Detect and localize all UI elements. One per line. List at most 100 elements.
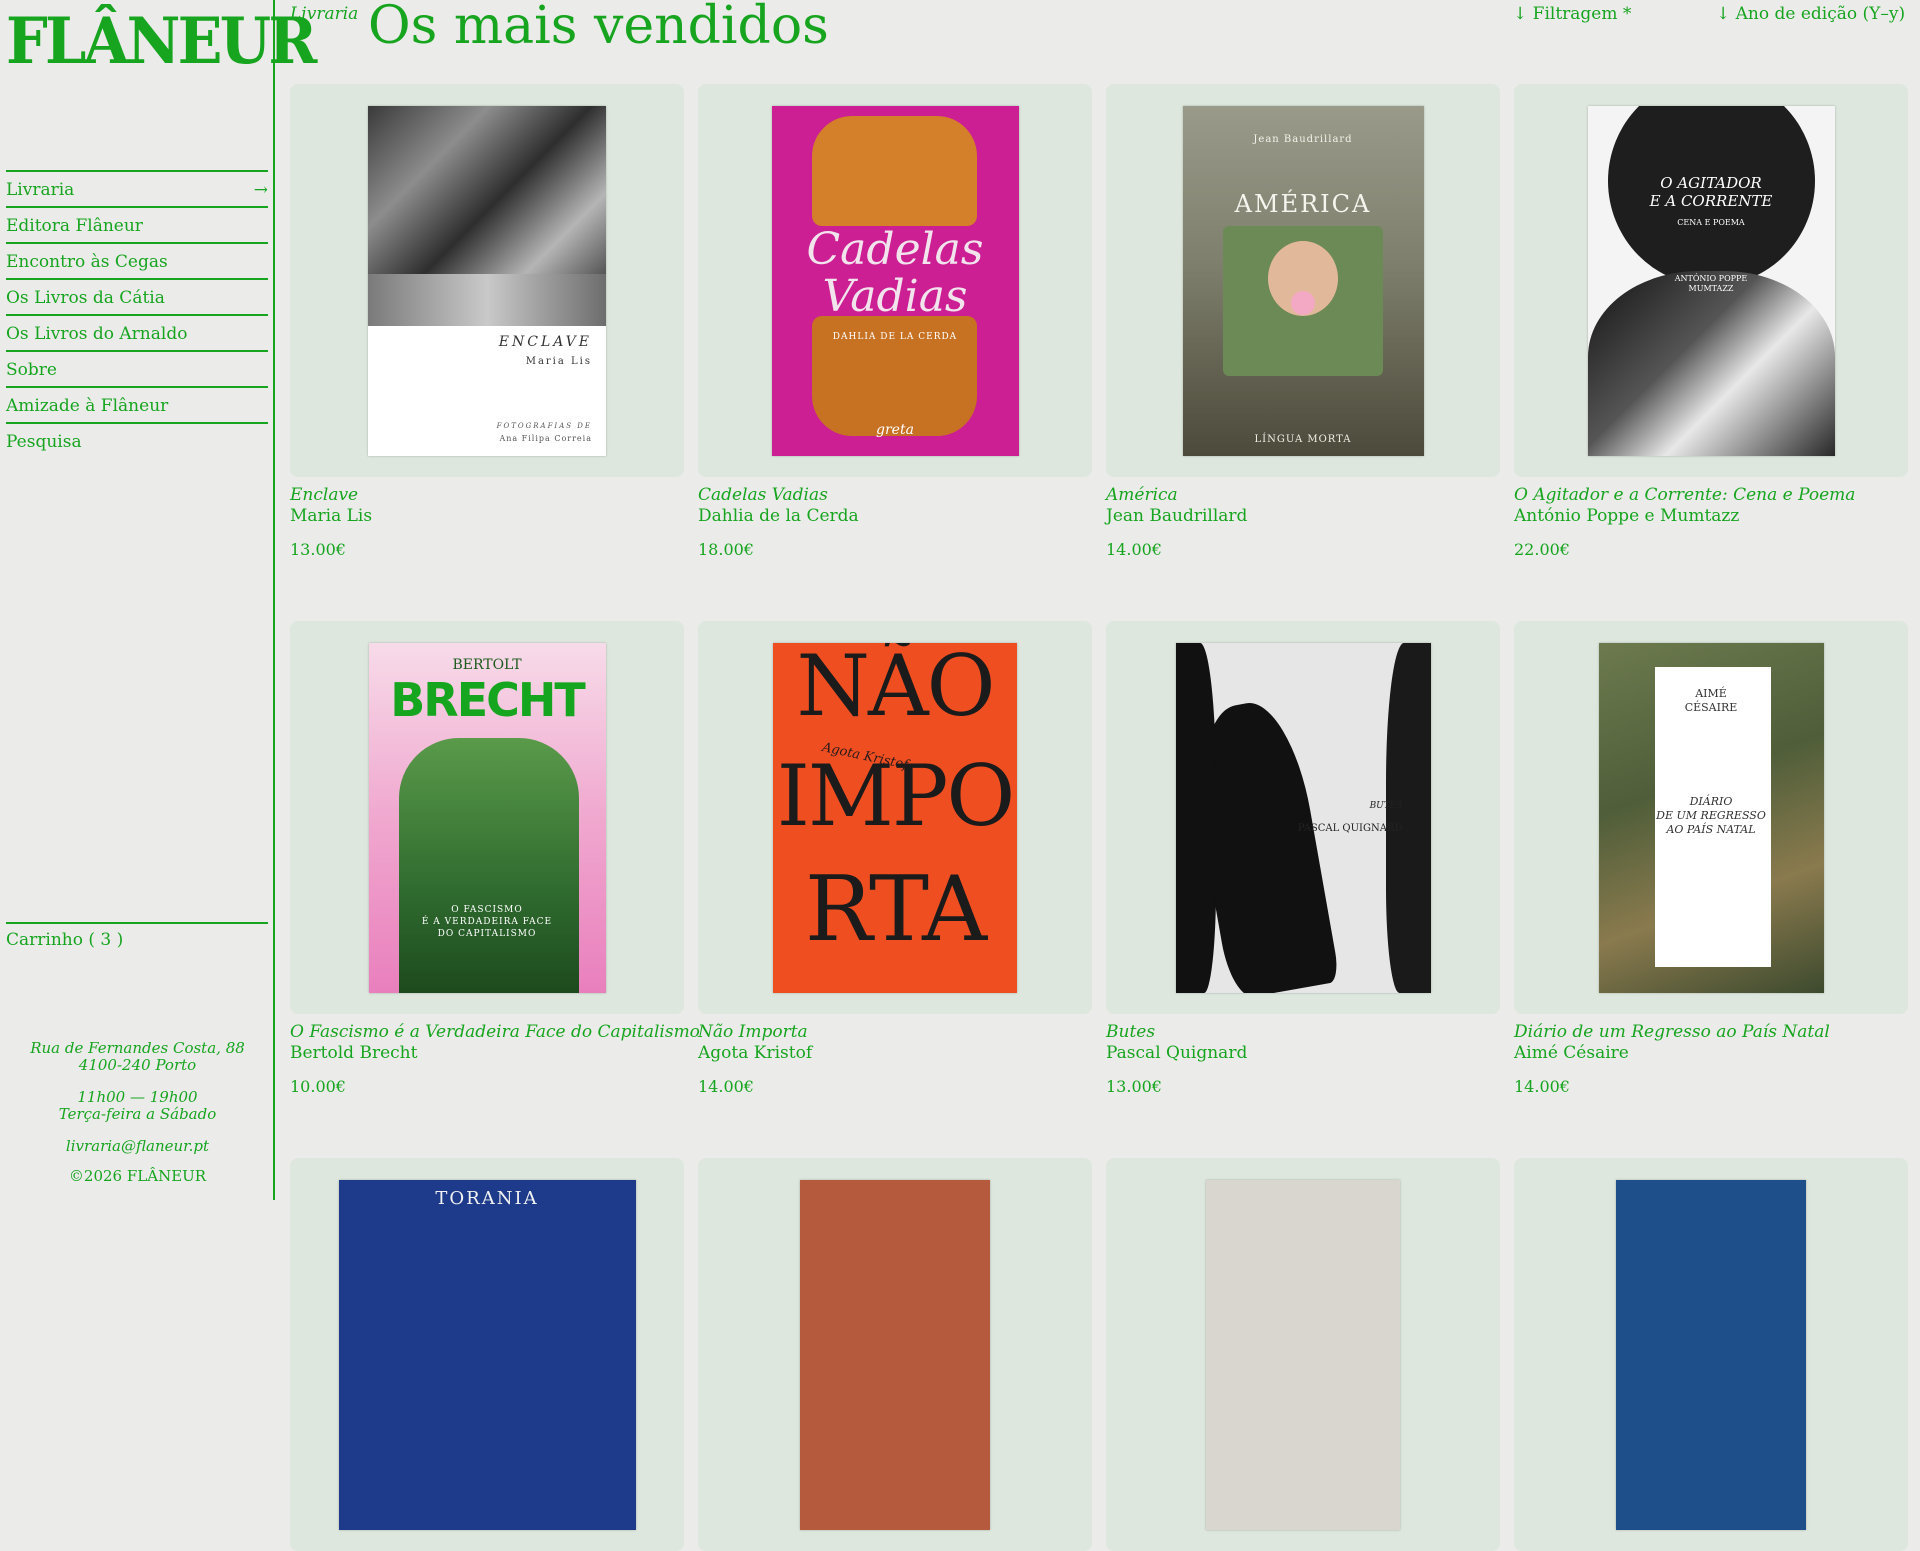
nav-item-sobre[interactable]: Sobre (6, 350, 268, 386)
product-card[interactable] (698, 1158, 1092, 1551)
cover-silhouette (1175, 643, 1216, 993)
nav-item-label: Editora Flâneur (6, 215, 143, 236)
book-title[interactable]: Não Importa (698, 1022, 1092, 1042)
book-title[interactable]: Diário de um Regresso ao País Natal (1514, 1022, 1908, 1042)
cover-photo (368, 106, 606, 274)
cover-author: Jean Baudrillard (1253, 134, 1353, 145)
filter-button[interactable]: ↓ Filtragem * (1513, 4, 1631, 24)
cover-silhouette (1385, 643, 1431, 993)
cover-frame[interactable] (1514, 1158, 1908, 1551)
book-title[interactable]: América (1106, 485, 1500, 505)
address-line: Rua de Fernandes Costa, 88 (30, 1039, 245, 1057)
book-title[interactable]: Enclave (290, 485, 684, 505)
book-cover (800, 1180, 990, 1530)
product-card[interactable]: NÃO IMPO RTA Agota Kristof Não Importa A… (698, 621, 1092, 1096)
nav-item-encontro[interactable]: Encontro às Cegas (6, 242, 268, 278)
cover-frame[interactable] (1106, 1158, 1500, 1551)
cover-title: O FASCISMO (451, 905, 523, 915)
book-cover: O AGITADOR E A CORRENTE CENA E POEMA ANT… (1587, 106, 1835, 456)
cover-frame[interactable]: BUTES PASCAL QUIGNARD (1106, 621, 1500, 1014)
cover-title: Cadelas (806, 224, 984, 275)
product-card[interactable]: BERTOLT BRECHT O FASCISMO É A VERDADEIRA… (290, 621, 700, 1096)
book-title[interactable]: Cadelas Vadias (698, 485, 1092, 505)
book-title[interactable]: O Agitador e a Corrente: Cena e Poema (1514, 485, 1908, 505)
cover-author: Maria Lis (525, 356, 592, 367)
book-cover (1206, 1180, 1400, 1530)
cover-frame[interactable]: BERTOLT BRECHT O FASCISMO É A VERDADEIRA… (290, 621, 684, 1014)
book-author: Jean Baudrillard (1106, 506, 1248, 526)
cover-publisher: LÍNGUA MORTA (1254, 434, 1352, 445)
cover-credit: FOTOGRAFIAS DE (496, 422, 592, 430)
nav-item-amizade[interactable]: Amizade à Flâneur (6, 386, 268, 422)
book-author: Maria Lis (290, 506, 373, 526)
arrow-right-icon: → (253, 179, 268, 200)
sort-button[interactable]: ↓ Ano de edição (Y–y) (1716, 4, 1905, 24)
product-card[interactable] (1514, 1158, 1908, 1551)
cover-publisher: greta (876, 422, 914, 438)
cover-author: BRECHT (390, 673, 586, 727)
nav-item-label: Sobre (6, 359, 57, 380)
cover-title: TORANIA (435, 1188, 539, 1209)
product-card[interactable]: AIMÉ CÉSAIRE DIÁRIO DE UM REGRESSO AO PA… (1514, 621, 1908, 1096)
cover-title: AMÉRICA (1234, 190, 1372, 218)
cover-frame[interactable] (698, 1158, 1092, 1551)
product-card[interactable]: Jean Baudrillard AMÉRICA LÍNGUA MORTA Am… (1106, 84, 1500, 559)
cover-frame[interactable]: Cadelas Vadias DAHLIA DE LA CERDA greta (698, 84, 1092, 477)
cover-photo (368, 274, 606, 326)
book-title[interactable]: O Fascismo é a Verdadeira Face do Capita… (290, 1022, 700, 1042)
cover-subtitle: CENA E POEMA (1677, 218, 1745, 227)
product-card[interactable]: BUTES PASCAL QUIGNARD Butes Pascal Quign… (1106, 621, 1500, 1096)
cart-link[interactable]: Carrinho ( 3 ) (6, 922, 268, 950)
nav-item-label: Amizade à Flâneur (6, 395, 169, 416)
cover-frame[interactable]: AIMÉ CÉSAIRE DIÁRIO DE UM REGRESSO AO PA… (1514, 621, 1908, 1014)
cover-frame[interactable]: ENCLAVE Maria Lis FOTOGRAFIAS DE Ana Fil… (290, 84, 684, 477)
nav-item-pesquisa[interactable]: Pesquisa (6, 422, 268, 458)
product-card[interactable]: O AGITADOR E A CORRENTE CENA E POEMA ANT… (1514, 84, 1908, 559)
cover-frame[interactable]: Jean Baudrillard AMÉRICA LÍNGUA MORTA (1106, 84, 1500, 477)
cover-author: AIMÉ (1695, 687, 1727, 700)
book-author: Aimé Césaire (1514, 1043, 1629, 1063)
cover-author: DAHLIA DE LA CERDA (832, 332, 958, 342)
book-price: 22.00€ (1514, 540, 1570, 559)
nav-item-label: Livraria (6, 179, 75, 200)
book-price: 14.00€ (1106, 540, 1162, 559)
product-card[interactable] (1106, 1158, 1500, 1551)
nav-item-label: Encontro às Cegas (6, 251, 168, 272)
book-cover: NÃO IMPO RTA Agota Kristof (773, 643, 1017, 993)
cover-title: ENCLAVE (498, 334, 592, 350)
book-price: 18.00€ (698, 540, 754, 559)
nav-item-editora[interactable]: Editora Flâneur (6, 206, 268, 242)
flaneur-logo[interactable]: FLÂNEUR (6, 10, 317, 74)
book-cover: AIMÉ CÉSAIRE DIÁRIO DE UM REGRESSO AO PA… (1598, 643, 1824, 993)
cover-title: AO PAÍS NATAL (1666, 823, 1756, 836)
nav-item-livros-arnaldo[interactable]: Os Livros do Arnaldo (6, 314, 268, 350)
breadcrumb[interactable]: Livraria (290, 4, 358, 24)
book-cover (1616, 1180, 1806, 1530)
cover-frame[interactable]: NÃO IMPO RTA Agota Kristof (698, 621, 1092, 1014)
product-card[interactable]: TORANIA (290, 1158, 684, 1551)
store-address: Rua de Fernandes Costa, 88 4100-240 Port… (0, 1040, 275, 1074)
nav-item-livraria[interactable]: Livraria → (6, 170, 268, 206)
cover-title: O AGITADOR (1660, 174, 1762, 192)
nav-item-livros-catia[interactable]: Os Livros da Cátia (6, 278, 268, 314)
cover-title: DE UM REGRESSO (1656, 809, 1766, 822)
book-title[interactable]: Butes (1106, 1022, 1500, 1042)
cover-frame[interactable]: O AGITADOR E A CORRENTE CENA E POEMA ANT… (1514, 84, 1908, 477)
book-cover: Jean Baudrillard AMÉRICA LÍNGUA MORTA (1182, 106, 1424, 456)
cover-credit: Ana Filipa Correia (499, 434, 592, 443)
nav-item-label: Os Livros da Cátia (6, 287, 165, 308)
store-hours: 11h00 — 19h00 Terça-feira a Sábado (0, 1089, 275, 1123)
email-link[interactable]: livraria@flaneur.pt (0, 1138, 275, 1155)
product-card[interactable]: Cadelas Vadias DAHLIA DE LA CERDA greta … (698, 84, 1092, 559)
book-author: Bertold Brecht (290, 1043, 418, 1063)
main-nav: Livraria → Editora Flâneur Encontro às C… (6, 170, 268, 458)
cover-bubblegum (1290, 291, 1315, 315)
cover-frame[interactable]: TORANIA (290, 1158, 684, 1551)
product-card[interactable]: ENCLAVE Maria Lis FOTOGRAFIAS DE Ana Fil… (290, 84, 684, 559)
book-author: Agota Kristof (698, 1043, 813, 1063)
book-price: 13.00€ (1106, 1077, 1162, 1096)
cover-portrait (398, 738, 579, 993)
cover-hands (811, 116, 977, 226)
cover-title: É A VERDADEIRA FACE (421, 917, 553, 927)
copyright: ©2026 FLÂNEUR (68, 1167, 207, 1185)
